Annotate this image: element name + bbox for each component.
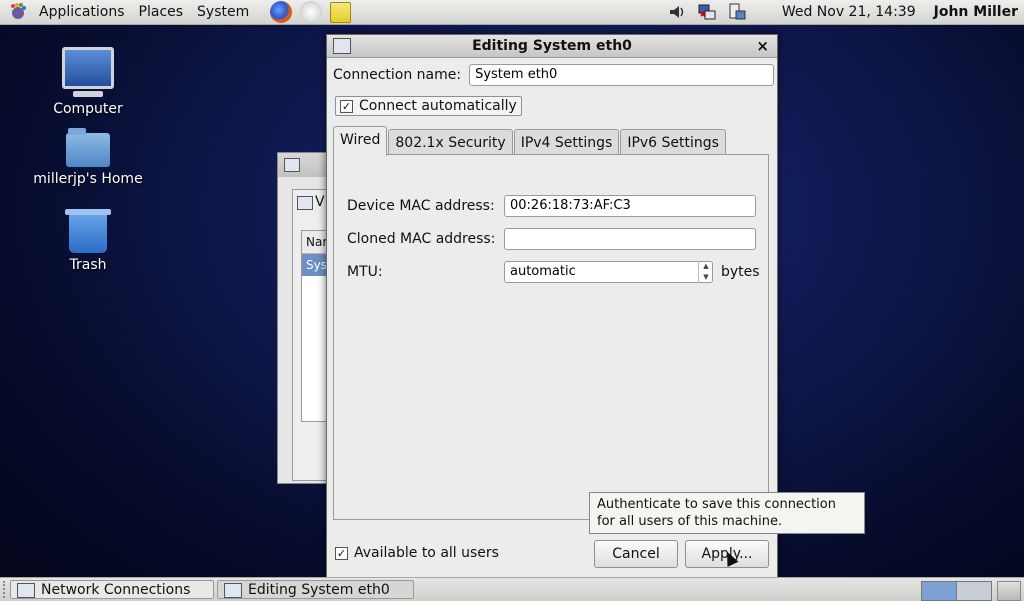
applications-menu[interactable]: Applications <box>32 0 132 24</box>
window-icon <box>284 158 300 172</box>
system-menu[interactable]: System <box>190 0 256 24</box>
connection-name-label: Connection name: <box>333 67 462 83</box>
taskbar-item-label: Editing System eth0 <box>248 582 390 598</box>
mtu-label: MTU: <box>347 264 383 280</box>
tab-wired[interactable]: Wired <box>333 126 388 156</box>
mtu-input[interactable] <box>504 261 713 283</box>
connect-automatically-row: ✓ Connect automatically <box>335 96 522 116</box>
wired-tab-icon <box>297 196 313 210</box>
mtu-row: MTU: ▲ ▼ bytes <box>347 261 760 283</box>
wired-tab-panel: Device MAC address: Cloned MAC address: … <box>333 154 769 520</box>
cloned-mac-label: Cloned MAC address: <box>347 231 496 247</box>
connection-name-input[interactable] <box>469 64 775 86</box>
cloned-mac-input[interactable] <box>504 228 756 250</box>
network-icon[interactable] <box>697 2 717 22</box>
printer-update-icon[interactable] <box>727 2 747 22</box>
desktop-icon-computer[interactable]: Computer <box>33 47 143 117</box>
evolution-mail-icon[interactable] <box>300 1 323 23</box>
mtu-spinbutton[interactable]: ▲ ▼ <box>504 261 713 283</box>
available-all-users-label: Available to all users <box>354 545 499 561</box>
workspace-2[interactable] <box>956 581 992 601</box>
places-menu[interactable]: Places <box>132 0 191 24</box>
tab-label-partial: V <box>315 194 325 210</box>
desktop-icon-label: millerjp's Home <box>33 171 143 187</box>
tab-ipv6-settings[interactable]: IPv6 Settings <box>620 129 726 156</box>
clock[interactable]: Wed Nov 21, 14:39 <box>782 4 916 20</box>
user-name[interactable]: John Miller <box>934 4 1018 20</box>
mtu-spinner[interactable]: ▲ ▼ <box>698 261 713 283</box>
system-tray: Wed Nov 21, 14:39 John Miller <box>662 0 1024 24</box>
volume-icon[interactable] <box>667 2 687 22</box>
device-mac-input[interactable] <box>504 195 756 217</box>
taskbar-item-editing-system-eth0[interactable]: Editing System eth0 <box>217 580 414 599</box>
available-all-users-checkbox[interactable]: ✓ <box>335 546 348 560</box>
desktop-icon-home[interactable]: millerjp's Home <box>33 128 143 187</box>
cancel-button[interactable]: Cancel <box>594 540 678 568</box>
network-window-icon <box>17 583 35 598</box>
cloned-mac-row: Cloned MAC address: <box>347 228 756 250</box>
connection-name-row: Connection name: <box>333 64 775 86</box>
main-menu: Applications Places System <box>0 0 352 24</box>
trash-applet-icon[interactable] <box>997 581 1021 601</box>
apply-tooltip: Authenticate to save this connection for… <box>589 492 865 534</box>
spin-up-icon[interactable]: ▲ <box>699 261 713 272</box>
desktop-icon-trash[interactable]: Trash <box>33 209 143 273</box>
connect-automatically-label: Connect automatically <box>359 98 517 114</box>
device-mac-row: Device MAC address: <box>347 195 756 217</box>
tab-ipv4-settings[interactable]: IPv4 Settings <box>513 129 620 156</box>
home-folder-icon <box>66 128 110 167</box>
spin-down-icon[interactable]: ▼ <box>699 272 713 283</box>
workspace-1[interactable] <box>921 581 957 601</box>
top-panel: Applications Places System Wed Nov 21, 1… <box>0 0 1024 25</box>
desktop-icon-label: Computer <box>53 101 123 117</box>
taskbar-item-network-connections[interactable]: Network Connections <box>10 580 214 599</box>
network-window-icon <box>224 583 242 598</box>
trash-icon <box>65 209 111 253</box>
checkbox-check-icon: ✓ <box>340 99 353 113</box>
settings-tabs: Wired 802.1x Security IPv4 Settings IPv6… <box>333 126 727 156</box>
firefox-icon[interactable] <box>270 1 293 23</box>
notes-icon[interactable] <box>330 1 352 23</box>
close-icon[interactable]: × <box>756 35 769 57</box>
available-all-users-row[interactable]: ✓ Available to all users <box>335 545 499 561</box>
taskbar-item-label: Network Connections <box>41 582 191 598</box>
connect-automatically-checkbox[interactable]: ✓ Connect automatically <box>335 96 522 116</box>
dialog-title: Editing System eth0 <box>472 38 632 54</box>
desktop-icon-label: Trash <box>69 257 107 273</box>
bottom-panel: Network Connections Editing System eth0 <box>0 577 1024 601</box>
tab-802-1x-security[interactable]: 802.1x Security <box>388 129 513 156</box>
gnome-foot-icon <box>8 2 28 22</box>
computer-icon <box>62 47 114 97</box>
dialog-titlebar[interactable]: Editing System eth0 × <box>327 35 777 58</box>
mtu-unit: bytes <box>721 264 760 280</box>
device-mac-label: Device MAC address: <box>347 198 495 214</box>
